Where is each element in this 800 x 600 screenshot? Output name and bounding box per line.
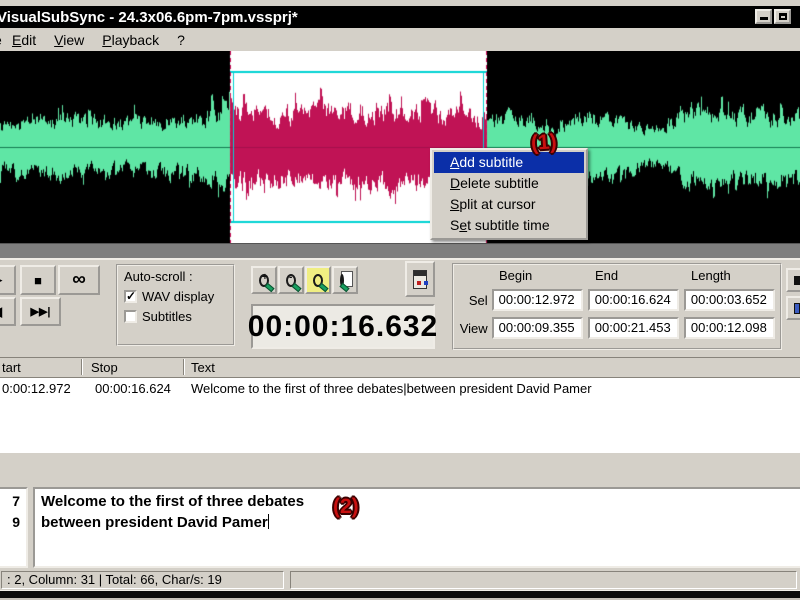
waveform-display[interactable]: [0, 51, 800, 243]
scene-edit-button[interactable]: [405, 261, 435, 297]
annotation-1: (1): [530, 130, 558, 155]
autoscroll-group: Auto-scroll : ✓ WAV display Subtitles: [116, 264, 235, 346]
column-divider[interactable]: [183, 359, 185, 375]
view-end-field[interactable]: 00:00:21.453: [587, 317, 679, 339]
context-menu-item-add-subtitle[interactable]: Add subtitle: [434, 152, 584, 173]
window-title: VisualSubSync - 24.3x06.6pm-7pm.vssprj*: [0, 8, 298, 26]
menu-item-view[interactable]: View: [45, 30, 93, 50]
zoom-in-icon: +: [259, 272, 269, 287]
start-column-header[interactable]: tart: [2, 360, 21, 375]
stop-button[interactable]: ■: [20, 265, 56, 295]
subtitle-row-stop: 00:00:16.624: [95, 381, 171, 396]
text-column-header[interactable]: Text: [191, 360, 215, 375]
scene-edit-icon: [413, 269, 428, 289]
subtitle-row-start: 0:00:12.972: [2, 381, 71, 396]
subtitles-checkbox[interactable]: [124, 310, 137, 323]
maximize-icon: [779, 13, 787, 20]
panel-gap: [0, 453, 800, 487]
status-panel-left: : 2, Column: 31 | Total: 66, Char/s: 19: [1, 571, 284, 589]
subtitle-list: tart Stop Text 0:00:12.972 00:00:16.624 …: [0, 357, 800, 454]
view-length-field[interactable]: 00:00:12.098: [683, 317, 776, 339]
sel-length-field[interactable]: 00:00:03.652: [683, 289, 776, 311]
char-count-gutter: 7 9: [0, 487, 28, 568]
skip-forward-button[interactable]: ▶▶|: [20, 297, 61, 326]
minimize-icon: [760, 17, 768, 20]
toolbar-button-clipped-2[interactable]: [786, 296, 800, 320]
view-row: View 00:00:09.355 00:00:21.453 00:00:12.…: [454, 317, 780, 339]
status-bar: : 2, Column: 31 | Total: 66, Char/s: 19: [0, 570, 800, 590]
sel-row-label: Sel: [468, 292, 488, 308]
subtitle-row[interactable]: 0:00:12.972 00:00:16.624 Welcome to the …: [0, 378, 800, 397]
window-bottom-edge: [0, 590, 800, 600]
skip-back-icon: ◀: [0, 304, 2, 320]
selection-times-panel: Begin End Length Sel 00:00:12.972 00:00:…: [452, 263, 782, 350]
menu-bar: e EditViewPlayback?: [0, 28, 800, 51]
control-panel: ▶ ■ ∞ ◀ ▶▶| Auto-scroll : ✓ WAV display …: [0, 258, 800, 354]
subtitles-label: Subtitles: [142, 309, 192, 324]
view-begin-field[interactable]: 00:00:09.355: [491, 317, 583, 339]
loop-icon: ∞: [72, 269, 86, 290]
skip-back-button[interactable]: ◀: [0, 297, 16, 326]
waveform-scrollbar[interactable]: [0, 243, 800, 258]
context-menu-item-split-at-cursor[interactable]: Split at cursor: [434, 194, 584, 215]
wav-display-checkbox[interactable]: ✓: [124, 290, 137, 303]
menu-item-edit[interactable]: Edit: [3, 30, 45, 50]
sel-end-field[interactable]: 00:00:16.624: [587, 289, 679, 311]
zoom-all-icon: [340, 273, 344, 287]
skip-forward-icon: ▶▶|: [30, 306, 51, 318]
text-cursor: [267, 514, 269, 529]
annotation-2: (2): [333, 495, 359, 518]
menu-item-help[interactable]: ?: [168, 30, 194, 50]
subtitle-row-text: Welcome to the first of three debates|be…: [191, 381, 592, 396]
context-menu-item-delete-subtitle[interactable]: Delete subtitle: [434, 173, 584, 194]
begin-column-header: Begin: [499, 268, 533, 283]
title-bar[interactable]: VisualSubSync - 24.3x06.6pm-7pm.vssprj*: [0, 6, 800, 28]
column-divider[interactable]: [81, 359, 83, 375]
char-count-line1: 7: [12, 493, 20, 509]
zoom-selection-button[interactable]: [305, 266, 331, 294]
zoom-all-button[interactable]: [332, 266, 358, 294]
editor-line2: between president David Pamer: [41, 514, 268, 531]
maximize-button[interactable]: [774, 9, 791, 24]
sel-begin-field[interactable]: 00:00:12.972: [491, 289, 583, 311]
length-column-header: Length: [691, 268, 731, 283]
selection-times-headers: Begin End Length: [492, 268, 780, 283]
view-row-label: View: [459, 320, 488, 336]
subtitles-option[interactable]: Subtitles: [124, 309, 227, 324]
context-menu: Add subtitle Delete subtitle Split at curs…: [430, 148, 588, 240]
play-button[interactable]: ▶: [0, 265, 16, 295]
context-menu-item-set-subtitle-time[interactable]: Set subtitle time: [434, 215, 584, 236]
stop-icon: ■: [34, 272, 42, 288]
sel-row: Sel 00:00:12.972 00:00:16.624 00:00:03.6…: [454, 289, 780, 311]
subtitle-list-header: tart Stop Text: [0, 358, 800, 378]
char-count-line2: 9: [12, 514, 20, 530]
editor-line1: Welcome to the first of three debates: [41, 493, 305, 510]
dark-icon: [794, 275, 800, 285]
menu-bar-items: Edit View Playback?: [3, 30, 194, 50]
zoom-selection-icon: [313, 273, 323, 287]
wav-display-option[interactable]: ✓ WAV display: [124, 289, 227, 304]
autoscroll-label: Auto-scroll :: [124, 269, 193, 284]
play-icon: ▶: [0, 272, 2, 288]
end-column-header: End: [595, 268, 619, 283]
status-panel-right: [290, 571, 797, 589]
blue-icon: [794, 302, 800, 314]
loop-button[interactable]: ∞: [58, 265, 100, 295]
stop-column-header[interactable]: Stop: [91, 360, 118, 375]
minimize-button[interactable]: [755, 9, 772, 24]
toolbar-button-clipped-1[interactable]: [786, 268, 800, 292]
zoom-out-button[interactable]: -: [278, 266, 304, 294]
wav-display-label: WAV display: [142, 289, 215, 304]
zoom-in-button[interactable]: +: [251, 266, 277, 294]
application-window: VisualSubSync - 24.3x06.6pm-7pm.vssprj* …: [0, 0, 800, 600]
cursor-time-display: 00:00:16.632: [248, 304, 437, 349]
menu-item-playback[interactable]: Playback: [93, 30, 168, 50]
zoom-out-icon: -: [286, 272, 296, 287]
subtitle-text-editor[interactable]: Welcome to the first of three debates be…: [33, 487, 800, 568]
waveform-canvas[interactable]: [0, 51, 800, 243]
